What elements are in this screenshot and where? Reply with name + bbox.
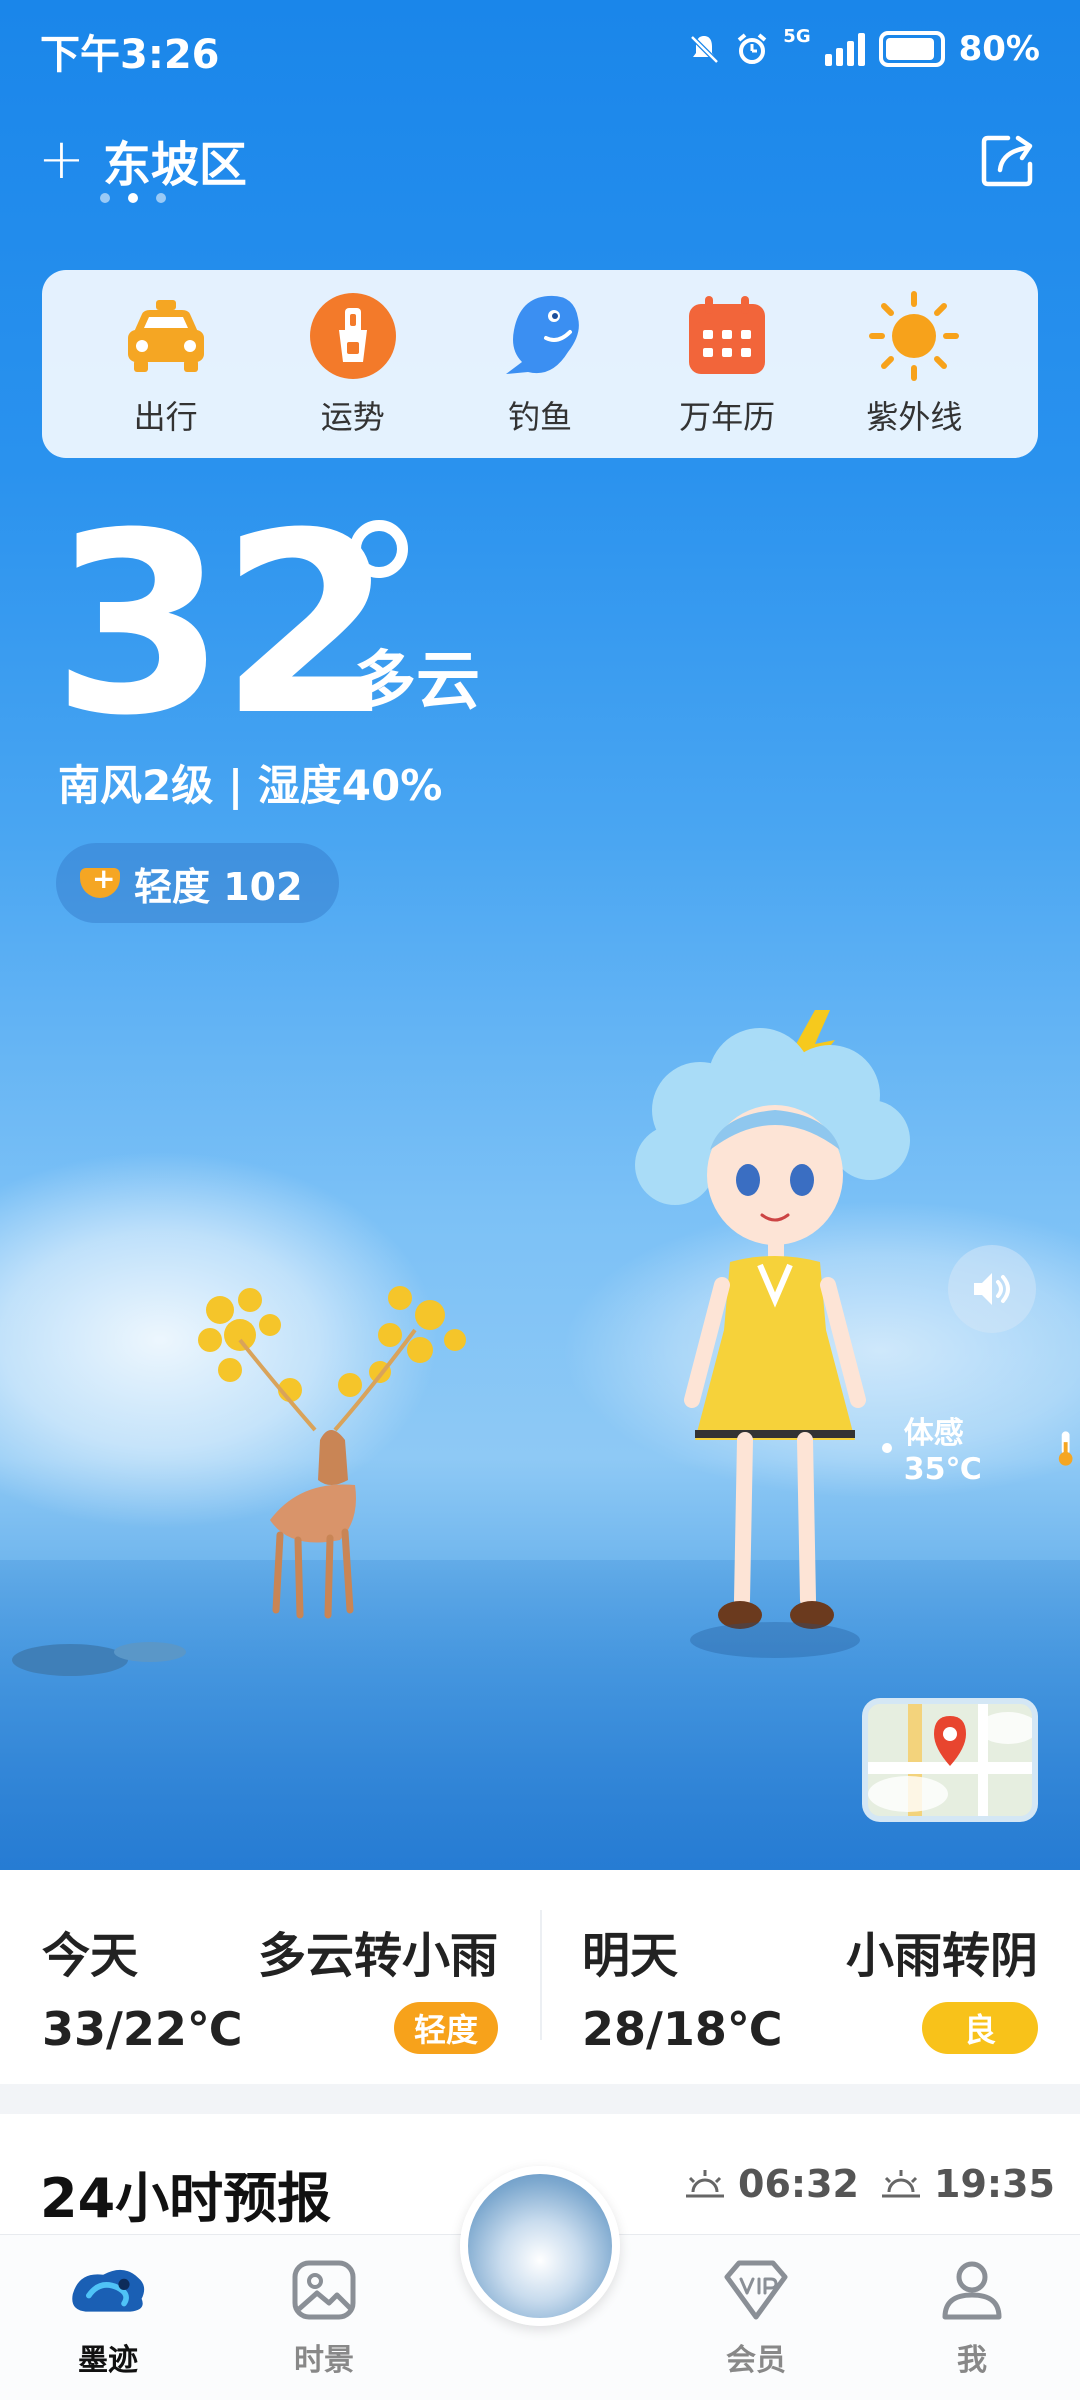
- vip-icon: [716, 2255, 796, 2325]
- mute-icon: [690, 35, 720, 64]
- sunset: 19:35: [878, 2162, 1055, 2206]
- share-icon[interactable]: [978, 130, 1038, 190]
- forecast-desc: 多云转小雨: [257, 1928, 498, 1984]
- deer-illustration: [198, 1286, 466, 1619]
- forecast-desc: 小雨转阴: [845, 1928, 1038, 1984]
- status-time: 下午3:26: [40, 32, 220, 78]
- quick-action-fishing[interactable]: 钓鱼: [465, 290, 615, 438]
- alarm-icon: [738, 33, 767, 64]
- quick-action-fortune[interactable]: 运势: [278, 290, 428, 438]
- section-divider: [0, 2084, 1080, 2114]
- quick-action-uv[interactable]: 紫外线: [839, 290, 989, 438]
- forecast-tomorrow[interactable]: 明天 小雨转阴 28/18℃ 良: [582, 1870, 1038, 2084]
- degree-symbol: [350, 520, 408, 578]
- forecast-temp: 33/22℃: [42, 2002, 243, 2056]
- network-type: 5G: [783, 26, 811, 47]
- photo-icon: [284, 2255, 364, 2325]
- moji-logo-icon: [68, 2255, 148, 2325]
- page-dot-active: [128, 193, 138, 203]
- voice-broadcast-button[interactable]: [948, 1245, 1036, 1333]
- forecast-day: 今天: [42, 1928, 139, 1984]
- fish-icon: [494, 290, 586, 382]
- quick-action-label: 运势: [320, 398, 385, 436]
- quick-action-label: 紫外线: [866, 398, 963, 436]
- two-day-forecast[interactable]: 今天 多云转小雨 33/22℃ 轻度 明天 小雨转阴 28/18℃ 良: [0, 1870, 1080, 2084]
- sunrise-icon: [686, 2170, 724, 2198]
- sunset-time: 19:35: [934, 2162, 1055, 2206]
- quick-action-label: 万年历: [679, 398, 776, 436]
- sunrise: 06:32: [682, 2162, 859, 2206]
- forecast-day: 明天: [582, 1928, 679, 1984]
- aqi-value: 轻度 102: [134, 864, 303, 909]
- hourly-title: 24小时预报: [40, 2167, 332, 2230]
- wind-humidity: 南风2级 | 湿度40%: [58, 761, 443, 810]
- aqi-badge: 轻度: [393, 2002, 498, 2054]
- weather-character: [635, 1010, 910, 1658]
- tab-moji[interactable]: 墨迹: [38, 2255, 178, 2379]
- battery-icon: [878, 31, 945, 67]
- quick-action-travel[interactable]: 出行: [91, 290, 241, 438]
- page-dot: [100, 193, 110, 203]
- aqi-badge: 良: [922, 2002, 1038, 2054]
- feels-like: 体感35℃: [882, 1408, 1080, 1487]
- weather-map-button[interactable]: [862, 1698, 1038, 1822]
- weather-hero: 下午3:26 5G 80% + 东坡区 出行 运势 钓鱼 万年历 紫外线 32 …: [0, 0, 1080, 1870]
- current-temperature: 32: [52, 479, 394, 770]
- center-scene-button[interactable]: [460, 2166, 620, 2326]
- current-condition: 多云: [352, 645, 480, 719]
- tab-scenery[interactable]: 时景: [254, 2255, 394, 2379]
- speaker-icon: [974, 1273, 1010, 1305]
- user-icon: [932, 2255, 1012, 2325]
- fortune-icon: [307, 290, 399, 382]
- thermometer-icon: [1058, 1430, 1073, 1466]
- location-name[interactable]: 东坡区: [103, 125, 247, 195]
- mask-icon: [80, 862, 120, 898]
- city-page-indicator: [100, 193, 166, 203]
- map-pin-icon: [868, 1704, 1032, 1816]
- taxi-icon: [120, 290, 212, 382]
- sunset-icon: [882, 2170, 920, 2198]
- calendar-icon: [681, 290, 773, 382]
- signal-icon: [824, 32, 865, 66]
- aqi-badge[interactable]: 轻度 102: [56, 843, 339, 923]
- sun-icon: [868, 290, 960, 382]
- tab-label: 时景: [294, 2343, 354, 2378]
- rock-illustration: [12, 1642, 186, 1676]
- divider: [540, 1910, 542, 2040]
- forecast-temp: 28/18℃: [582, 2002, 783, 2056]
- add-city-icon[interactable]: +: [38, 132, 85, 188]
- quick-action-label: 出行: [133, 398, 198, 436]
- battery-level: 80%: [958, 29, 1040, 69]
- quick-action-label: 钓鱼: [507, 398, 572, 436]
- forecast-today[interactable]: 今天 多云转小雨 33/22℃ 轻度: [42, 1870, 498, 2084]
- tab-label: 会员: [726, 2343, 786, 2378]
- tab-label: 我: [957, 2343, 987, 2378]
- status-bar: 下午3:26 5G 80%: [0, 0, 1080, 100]
- location-header[interactable]: + 东坡区: [38, 125, 247, 195]
- feels-like-value: 体感35℃: [903, 1416, 982, 1487]
- tab-vip[interactable]: 会员: [686, 2255, 826, 2379]
- page-dot: [156, 193, 166, 203]
- status-icons: 5G 80%: [687, 24, 1040, 74]
- callout-dot: [882, 1442, 892, 1453]
- quick-action-calendar[interactable]: 万年历: [652, 290, 802, 438]
- tab-me[interactable]: 我: [902, 2255, 1042, 2379]
- quick-actions-card: 出行 运势 钓鱼 万年历 紫外线: [42, 270, 1038, 458]
- tab-label: 墨迹: [78, 2343, 138, 2378]
- sunrise-time: 06:32: [738, 2162, 859, 2206]
